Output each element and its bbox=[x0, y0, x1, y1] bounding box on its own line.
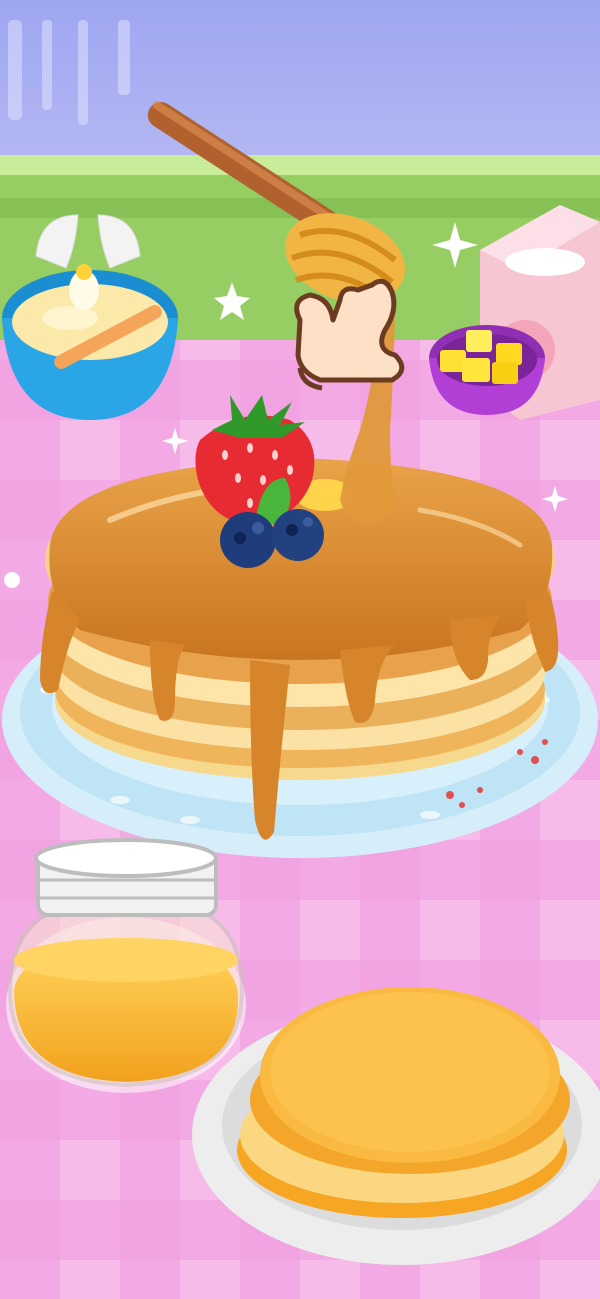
blueberry-icon[interactable] bbox=[220, 512, 276, 568]
game-scene bbox=[0, 0, 600, 1299]
kitchen-wall bbox=[0, 0, 600, 170]
honey-jar[interactable] bbox=[6, 838, 246, 1093]
blueberry-icon[interactable] bbox=[272, 509, 324, 561]
